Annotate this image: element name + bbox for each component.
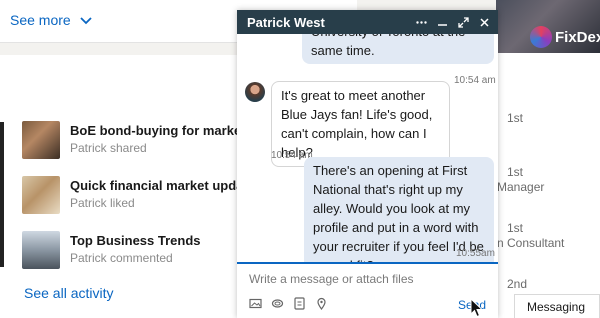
connection-degree: 2nd	[507, 277, 528, 291]
activity-thumbnail	[22, 121, 60, 159]
activity-subtitle: Patrick commented	[70, 251, 173, 265]
connection-degree: 1st	[507, 111, 524, 125]
see-more-label: See more	[10, 12, 71, 28]
activity-title: Top Business Trends	[70, 233, 201, 248]
avatar[interactable]	[245, 82, 265, 102]
chevron-down-icon	[80, 17, 92, 25]
chat-contact-name[interactable]: Patrick West	[247, 15, 416, 30]
activity-title: Quick financial market update	[70, 178, 255, 193]
chat-window: Patrick West University of Toronto at th…	[237, 10, 498, 318]
close-icon[interactable]	[479, 17, 490, 28]
person-headline: Manager	[497, 180, 545, 194]
activity-subtitle: Patrick shared	[70, 141, 147, 155]
mouse-pointer-icon	[470, 298, 484, 318]
chat-header[interactable]: Patrick West	[237, 10, 498, 34]
attachment-icon[interactable]	[271, 297, 284, 310]
connection-degree: 1st	[507, 165, 524, 179]
message-bubble-outgoing: University of Toronto at the same time.	[302, 34, 494, 64]
image-icon[interactable]	[249, 297, 262, 310]
activity-title: BoE bond-buying for markets	[70, 123, 253, 138]
activity-thumbnail	[22, 231, 60, 269]
activity-item-2[interactable]: Quick financial market update Patrick li…	[22, 176, 255, 214]
fixdex-logo-icon	[530, 26, 552, 48]
minimize-icon[interactable]	[437, 17, 448, 28]
message-input[interactable]	[249, 272, 485, 286]
fixdex-brand-name: FixDex	[555, 28, 600, 46]
activity-item-3[interactable]: Top Business Trends Patrick commented	[22, 231, 201, 269]
message-bubble-outgoing: There's an opening at First National tha…	[304, 157, 494, 262]
fixdex-brand[interactable]: FixDex	[530, 26, 600, 48]
messaging-tab[interactable]: Messaging	[514, 294, 600, 318]
see-more-link[interactable]: See more	[10, 12, 93, 28]
message-timestamp: 10:55am	[456, 248, 495, 259]
gif-icon[interactable]	[293, 297, 306, 310]
activity-thumbnail	[22, 176, 60, 214]
see-all-activity-link[interactable]: See all activity	[24, 285, 113, 301]
activity-subtitle: Patrick liked	[70, 196, 135, 210]
person-headline: n Consultant	[497, 236, 565, 250]
message-timestamp: 10:54 am	[454, 75, 496, 86]
expand-icon[interactable]	[458, 16, 469, 28]
card-edge	[0, 122, 4, 267]
more-options-icon[interactable]	[416, 17, 427, 28]
location-icon[interactable]	[315, 297, 328, 310]
connection-degree: 1st	[507, 221, 524, 235]
activity-item-1[interactable]: BoE bond-buying for markets Patrick shar…	[22, 121, 253, 159]
message-composer: Send	[237, 262, 498, 318]
message-list: University of Toronto at the same time. …	[237, 34, 498, 262]
